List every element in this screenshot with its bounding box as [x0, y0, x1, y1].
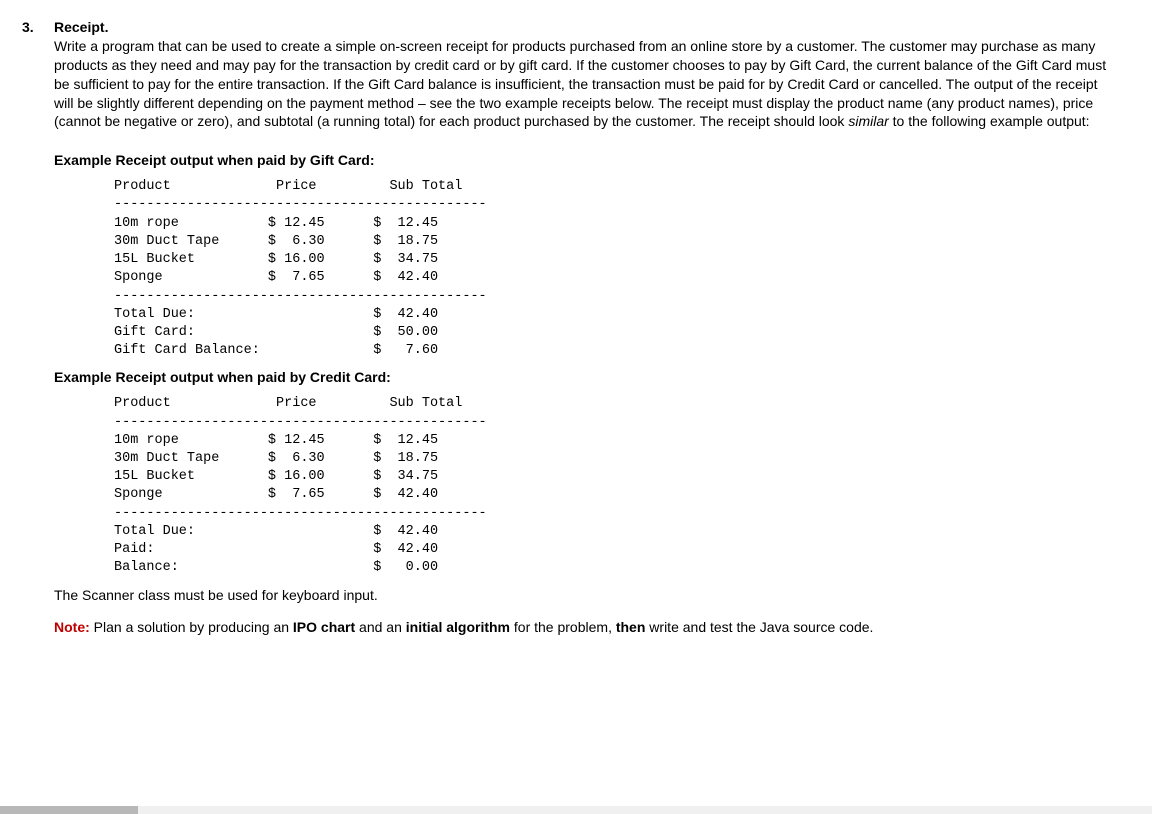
note-a: Plan a solution by producing an [90, 619, 293, 635]
note-algo: initial algorithm [406, 619, 510, 635]
receipt-giftcard: Product Price Sub Total ----------------… [114, 178, 1112, 360]
question-paragraph: Write a program that can be used to crea… [54, 38, 1106, 130]
scrollbar-thumb[interactable] [0, 806, 138, 814]
note-b: and an [355, 619, 406, 635]
note-ipo: IPO chart [293, 619, 355, 635]
question-number: 3. [22, 18, 54, 637]
note-d: write and test the Java source code. [645, 619, 873, 635]
similar-word: similar [848, 113, 888, 129]
example1-heading: Example Receipt output when paid by Gift… [54, 151, 1112, 170]
question-block: 3. Receipt. Write a program that can be … [22, 18, 1112, 637]
example2-heading: Example Receipt output when paid by Cred… [54, 368, 1112, 387]
question-body: Receipt. Write a program that can be use… [54, 18, 1112, 637]
question-title: Receipt. [54, 19, 108, 35]
paragraph-tail: to the following example output: [889, 113, 1090, 129]
note-label: Note: [54, 619, 90, 635]
note-c: for the problem, [510, 619, 616, 635]
horizontal-scrollbar[interactable] [0, 806, 1152, 814]
note-then: then [616, 619, 646, 635]
scanner-note: The Scanner class must be used for keybo… [54, 586, 1112, 605]
final-note: Note: Plan a solution by producing an IP… [54, 618, 1112, 637]
receipt-creditcard: Product Price Sub Total ----------------… [114, 395, 1112, 577]
